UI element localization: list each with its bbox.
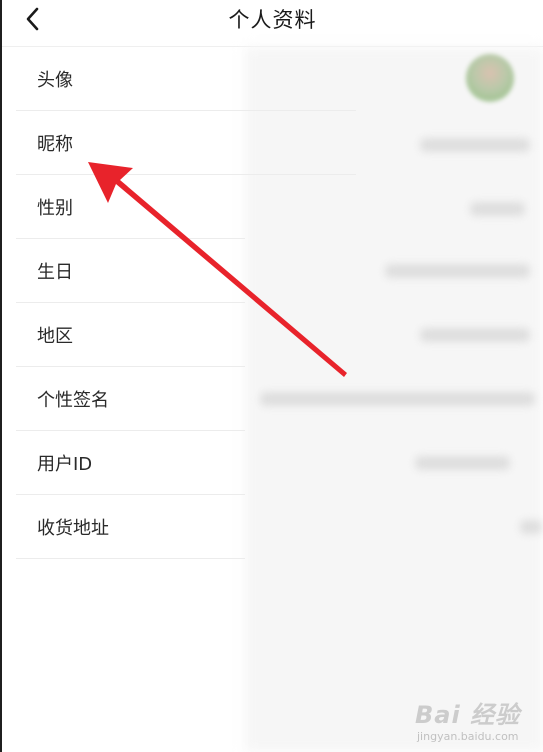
row-label: 收货地址	[37, 518, 109, 539]
profile-row-shipping-address[interactable]: 收货地址	[16, 495, 356, 559]
row-label: 个性签名	[37, 390, 109, 411]
watermark: Bai 经验 jingyan.baidu.com	[415, 690, 535, 745]
page-title: 个人资料	[228, 8, 317, 32]
blurred-user-id-value	[415, 456, 510, 470]
avatar[interactable]	[466, 54, 514, 102]
row-label: 头像	[37, 70, 73, 91]
row-label: 昵称	[37, 134, 73, 155]
row-label: 生日	[37, 262, 73, 283]
profile-row-nickname[interactable]: 昵称	[16, 111, 356, 175]
profile-row-birthday[interactable]: 生日	[16, 239, 356, 303]
blurred-nickname-value	[420, 138, 530, 152]
blurred-address-value	[520, 520, 542, 534]
profile-row-gender[interactable]: 性别	[16, 175, 356, 239]
profile-row-signature[interactable]: 个性签名	[16, 367, 356, 431]
profile-row-user-id[interactable]: 用户ID	[16, 431, 356, 495]
row-label: 用户ID	[37, 454, 93, 475]
row-divider	[16, 558, 245, 559]
left-frame-edge	[0, 0, 2, 752]
profile-list: 头像 昵称 性别 生日 地区 个性签名 用户ID 收货地址	[16, 47, 356, 559]
profile-row-region[interactable]: 地区	[16, 303, 356, 367]
blurred-region-value	[420, 328, 530, 342]
blurred-gender-value	[470, 202, 525, 216]
watermark-url: jingyan.baidu.com	[417, 730, 519, 743]
profile-row-avatar[interactable]: 头像	[16, 47, 356, 111]
row-label: 性别	[37, 198, 73, 219]
watermark-brand: Bai 经验	[415, 701, 521, 729]
row-label: 地区	[37, 326, 73, 347]
top-navigation-bar: 个人资料	[2, 0, 543, 40]
blurred-birthday-value	[385, 264, 530, 278]
